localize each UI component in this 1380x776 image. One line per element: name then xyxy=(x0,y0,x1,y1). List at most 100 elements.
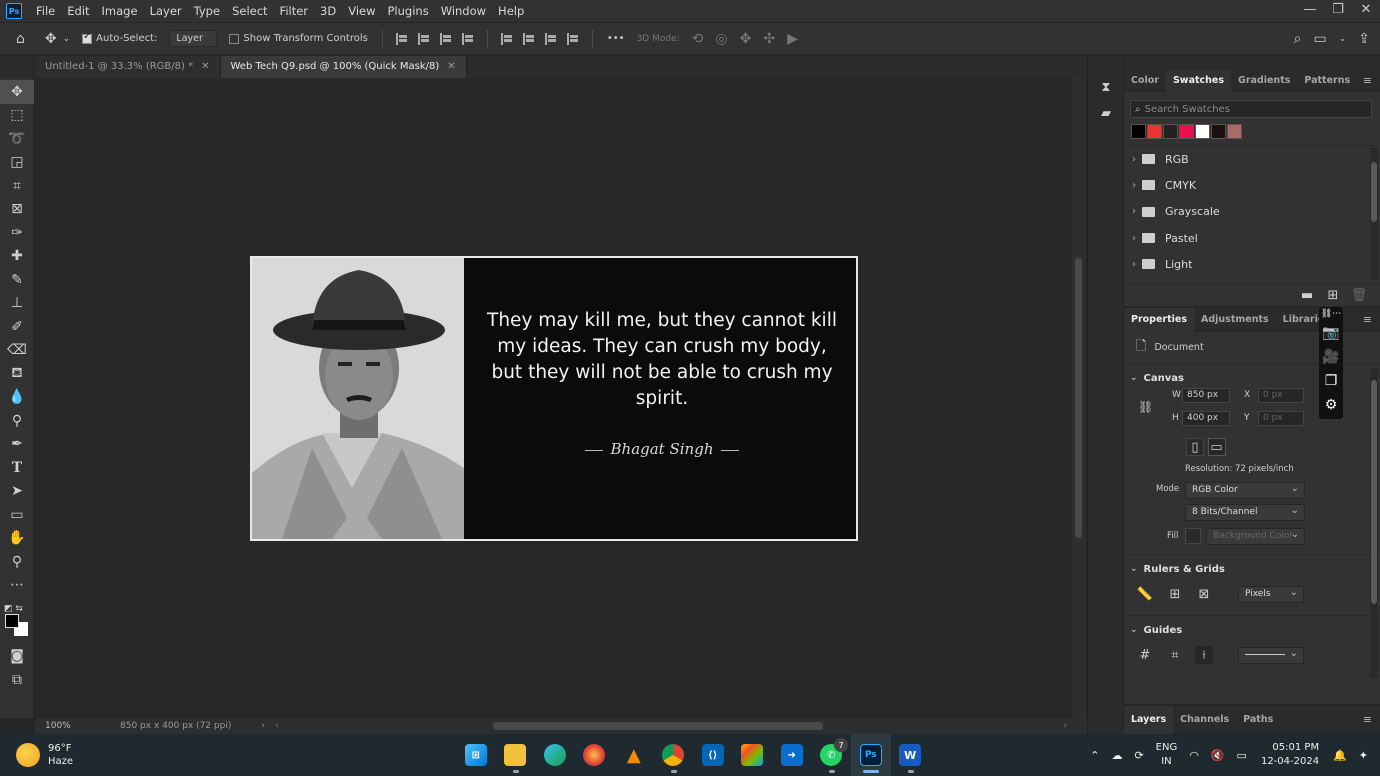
menu-image[interactable]: Image xyxy=(96,0,144,22)
document-canvas[interactable]: They may kill me, but they cannot kill m… xyxy=(250,256,858,541)
align-right-icon[interactable] xyxy=(439,32,452,45)
distribute-horizontal-icon[interactable] xyxy=(566,32,579,45)
object-select-tool-icon[interactable]: ◲ xyxy=(0,151,34,175)
power-automate-button[interactable]: ➜ xyxy=(772,734,812,776)
show-transform-controls-checkbox[interactable]: Show Transform Controls xyxy=(229,33,368,44)
camera-icon[interactable]: 📷 xyxy=(1322,321,1339,345)
restore-icon[interactable]: ❐ xyxy=(1324,0,1352,22)
scrollbar-thumb[interactable] xyxy=(1371,380,1377,604)
weather-widget[interactable]: 96°F Haze xyxy=(16,742,73,768)
recent-swatch-0[interactable] xyxy=(1131,124,1146,139)
onedrive-cloud-icon[interactable]: ☁ xyxy=(1111,749,1122,762)
tab-adjustments[interactable]: Adjustments xyxy=(1194,308,1276,332)
auto-select-target-dropdown[interactable]: Layer xyxy=(169,30,218,47)
color-mode-dropdown[interactable]: RGB Color xyxy=(1185,481,1305,499)
screen-mode-icon[interactable]: ⧉ xyxy=(0,668,34,692)
guide-style-dropdown[interactable] xyxy=(1238,646,1304,664)
landscape-orientation-icon[interactable]: ▭ xyxy=(1207,438,1226,456)
checkbox-unchecked-icon[interactable] xyxy=(229,33,240,44)
distribute-vertical-icon[interactable] xyxy=(461,32,474,45)
swatch-folder-rgb[interactable]: › RGB xyxy=(1124,146,1380,172)
menu-plugins[interactable]: Plugins xyxy=(382,0,435,22)
pen-tool-icon[interactable]: ✒ xyxy=(0,433,34,457)
vlc-button[interactable]: ▲ xyxy=(614,734,654,776)
swatch-folder-cmyk[interactable]: › CMYK xyxy=(1124,172,1380,198)
scroll-left-icon[interactable]: ‹ xyxy=(275,721,279,731)
screens-icon[interactable]: ❐ xyxy=(1325,369,1338,393)
vscode-button[interactable]: ⟨⟩ xyxy=(693,734,733,776)
align-horizontal-center-icon[interactable] xyxy=(417,32,430,45)
guide-layout-icon[interactable]: ⟊ xyxy=(1195,646,1213,664)
checkbox-checked-icon[interactable] xyxy=(82,31,93,44)
height-field[interactable]: 400 px xyxy=(1182,411,1230,426)
brush-tool-icon[interactable]: ✎ xyxy=(0,268,34,292)
menu-help[interactable]: Help xyxy=(492,0,530,22)
share-icon[interactable]: ⇪ xyxy=(1358,31,1370,47)
align-left-icon[interactable] xyxy=(395,32,408,45)
tab-gradients[interactable]: Gradients xyxy=(1231,70,1297,92)
menu-layer[interactable]: Layer xyxy=(144,0,188,22)
comments-panel-icon[interactable]: ▰ xyxy=(1088,100,1124,126)
recent-swatch-3[interactable] xyxy=(1179,124,1194,139)
properties-scrollbar[interactable] xyxy=(1370,368,1378,678)
status-chevron-icon[interactable]: › xyxy=(261,721,265,731)
move-tool-icon[interactable]: ✥ xyxy=(0,80,34,104)
edge-button[interactable] xyxy=(535,734,575,776)
tab-swatches[interactable]: Swatches xyxy=(1165,69,1232,92)
tab-layers[interactable]: Layers xyxy=(1124,705,1174,734)
delete-swatch-icon[interactable]: 🗑 xyxy=(1350,287,1368,305)
clone-stamp-tool-icon[interactable]: ⊥ xyxy=(0,292,34,316)
lasso-tool-icon[interactable]: ➰ xyxy=(0,127,34,151)
sync-icon[interactable]: ⟳ xyxy=(1134,749,1143,762)
swatch-folder-grayscale[interactable]: › Grayscale xyxy=(1124,199,1380,225)
word-button[interactable]: W xyxy=(891,734,931,776)
notification-bell-icon[interactable]: 🔔 xyxy=(1333,749,1347,762)
video-camera-icon[interactable]: 🎥 xyxy=(1322,345,1339,369)
menu-edit[interactable]: Edit xyxy=(61,0,95,22)
crop-tool-icon[interactable]: ⌗ xyxy=(0,174,34,198)
quick-mask-icon[interactable]: ◙ xyxy=(0,644,34,668)
portrait-orientation-icon[interactable]: ▯ xyxy=(1186,438,1204,456)
whatsapp-button[interactable]: ✆ 7 xyxy=(812,734,852,776)
start-button[interactable]: ⊞ xyxy=(456,734,496,776)
workspace-icon[interactable]: ▭ xyxy=(1313,31,1326,47)
tab-untitled-1[interactable]: Untitled-1 @ 33.3% (RGB/8) * ✕ xyxy=(35,56,221,78)
home-icon[interactable]: ⌂ xyxy=(16,31,25,47)
rectangle-tool-icon[interactable]: ▭ xyxy=(0,503,34,527)
vertical-scrollbar[interactable] xyxy=(1072,78,1086,718)
tab-properties[interactable]: Properties xyxy=(1124,307,1194,332)
close-tab-icon[interactable]: ✕ xyxy=(447,61,455,72)
rulers-grids-section-header[interactable]: ⌄ Rulers & Grids xyxy=(1124,559,1380,579)
close-window-icon[interactable]: ✕ xyxy=(1352,0,1380,22)
zoom-level[interactable]: 100% xyxy=(45,721,105,731)
edit-toolbar-icon[interactable]: ⋯ xyxy=(0,574,34,598)
grid-icon[interactable]: ⊞ xyxy=(1166,585,1184,603)
auto-select-checkbox[interactable]: Auto-Select: xyxy=(82,31,157,44)
foreground-color-swatch[interactable] xyxy=(5,614,19,628)
ruler-units-dropdown[interactable]: Pixels xyxy=(1238,585,1304,603)
x-field[interactable]: 0 px xyxy=(1258,388,1304,403)
frame-tool-icon[interactable]: ⊠ xyxy=(0,198,34,222)
toolbar-more-icon[interactable]: ⛓⋯ xyxy=(1321,307,1341,321)
tab-channels[interactable]: Channels xyxy=(1173,706,1236,734)
healing-brush-tool-icon[interactable]: ✚ xyxy=(0,245,34,269)
align-bottom-icon[interactable] xyxy=(544,32,557,45)
swatch-folder-light[interactable]: › Light xyxy=(1124,251,1380,277)
copilot-icon[interactable]: ✦ xyxy=(1359,749,1368,762)
tab-paths[interactable]: Paths xyxy=(1236,706,1280,734)
menu-file[interactable]: File xyxy=(30,0,61,22)
new-guide-icon[interactable]: ⌗ xyxy=(1166,646,1184,664)
guides-icon[interactable]: # xyxy=(1136,646,1154,664)
move-tool-preset-icon[interactable]: ✥ xyxy=(45,31,57,47)
search-swatches-input[interactable]: ⌕ Search Swatches xyxy=(1130,100,1372,118)
wifi-icon[interactable]: ◠ xyxy=(1189,749,1199,762)
scroll-right-icon[interactable]: › xyxy=(1063,721,1067,731)
swatches-scrollbar[interactable] xyxy=(1370,148,1378,280)
eyedropper-tool-icon[interactable]: ✑ xyxy=(0,221,34,245)
chevron-down-icon[interactable]: ⌄ xyxy=(63,34,71,44)
scrollbar-thumb[interactable] xyxy=(1371,162,1377,222)
blur-tool-icon[interactable]: 💧 xyxy=(0,386,34,410)
recent-swatch-1[interactable] xyxy=(1147,124,1162,139)
link-dimensions-icon[interactable]: ⛓ xyxy=(1138,400,1153,414)
settings-gear-icon[interactable]: ⚙ xyxy=(1325,393,1338,417)
